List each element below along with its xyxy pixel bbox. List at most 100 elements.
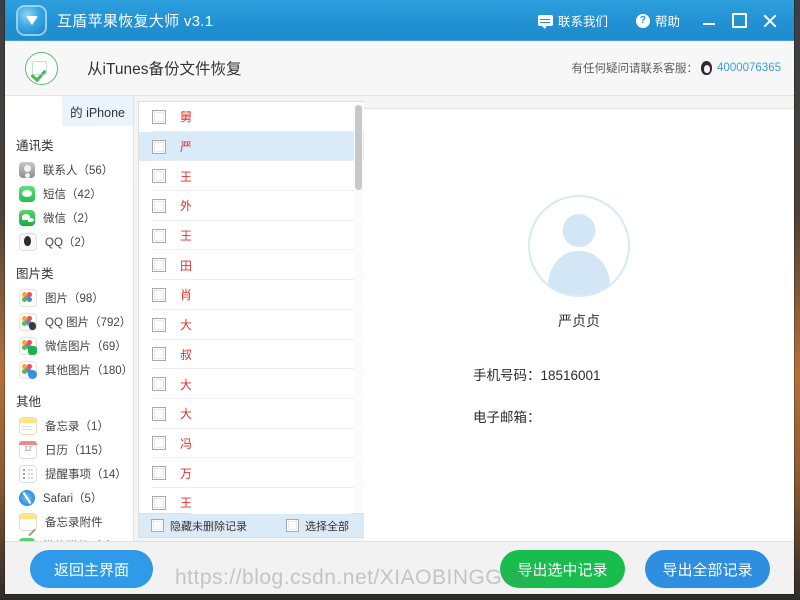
export-selected-button[interactable]: 导出选中记录 [500, 550, 625, 588]
hide-undeleted-checkbox[interactable]: 隐藏未删除记录 [151, 518, 247, 534]
detail-top-strip [364, 96, 794, 109]
customer-service-hint: 有任何疑问请联系客服： 4000076365 [572, 60, 781, 76]
contact-detail-content: 严贞贞 手机号码：18516001 电子邮箱： [364, 109, 794, 426]
row-redaction [191, 105, 351, 128]
sidebar-item-label: Safari（5） [43, 493, 103, 505]
row-checkbox[interactable] [152, 347, 166, 362]
row-checkbox[interactable] [152, 406, 166, 421]
row-checkbox[interactable] [152, 198, 166, 213]
contact-us-label: 联系我们 [557, 15, 608, 29]
table-row[interactable]: 王 [139, 161, 364, 192]
qq-photos-icon [19, 313, 37, 331]
list-scrollbar[interactable] [354, 103, 363, 513]
back-to-main-button[interactable]: 返回主界面 [30, 550, 153, 588]
sidebar-item-wechat-attachments[interactable]: 微信附件（1） [5, 534, 133, 541]
row-checkbox[interactable] [152, 495, 166, 510]
row-redaction [191, 194, 351, 218]
select-all-label: 选择全部 [305, 520, 349, 533]
table-row[interactable]: 外 [139, 191, 364, 221]
row-redaction [191, 283, 351, 307]
row-name: 大 [180, 407, 193, 422]
sidebar-item-wechat-photos[interactable]: 微信图片（69） [5, 334, 133, 358]
sidebar-group-title-images: 图片类 [16, 267, 54, 281]
row-name: 肖 [180, 288, 193, 303]
sidebar-group-title-communication: 通讯类 [16, 139, 54, 153]
record-list: 舅舅 严贞贞 王 外 王 田 肖 大 叔 大 大 冯 万 王 [139, 102, 364, 514]
table-row[interactable]: 严贞贞 [139, 131, 364, 162]
contact-us-button[interactable]: 联系我们 [524, 11, 622, 30]
minimize-button[interactable] [694, 0, 724, 41]
row-checkbox[interactable] [152, 287, 166, 302]
export-all-button[interactable]: 导出全部记录 [645, 550, 770, 588]
table-row[interactable]: 大 [139, 309, 364, 340]
sidebar-item-qq-photos[interactable]: QQ 图片（792） [5, 310, 133, 334]
row-redaction [191, 431, 351, 455]
contact-detail-panel: 严贞贞 手机号码：18516001 电子邮箱： [364, 96, 794, 541]
table-row[interactable]: 田 [139, 250, 364, 281]
sidebar-item-contacts[interactable]: 联系人（56） [5, 158, 133, 182]
table-row[interactable]: 舅舅 [139, 102, 364, 132]
question-mark-icon: ? [635, 13, 650, 28]
sidebar-item-notes[interactable]: 备忘录（1） [5, 414, 133, 438]
table-row[interactable]: 肖 [139, 280, 364, 310]
row-checkbox[interactable] [152, 436, 166, 451]
table-row[interactable]: 大 [139, 369, 364, 399]
row-redaction [191, 490, 351, 514]
sidebar-item-label: QQ 图片（792） [45, 317, 132, 329]
row-redaction [191, 223, 351, 247]
itunes-restore-icon [25, 51, 58, 85]
row-redaction [191, 401, 351, 425]
row-checkbox[interactable] [152, 169, 166, 184]
table-row[interactable]: 叔 [139, 339, 364, 370]
table-row[interactable]: 王 [139, 220, 364, 251]
sidebar-item-note-attachments[interactable]: 备忘录附件 [5, 510, 133, 534]
row-checkbox[interactable] [152, 109, 166, 124]
title-bar-actions: 联系我们 ? 帮助 [524, 0, 794, 41]
table-row[interactable]: 冯 [139, 428, 364, 459]
contact-name: 严贞贞 [558, 313, 600, 329]
sidebar-item-photos[interactable]: 图片（98） [5, 286, 133, 310]
table-row[interactable]: 大 [139, 398, 364, 429]
row-checkbox[interactable] [152, 317, 166, 332]
sidebar-item-wechat[interactable]: 微信（2） [5, 206, 133, 230]
table-row[interactable]: 万 [139, 458, 364, 488]
device-name-label: 的 iPhone [70, 105, 125, 120]
customer-service-label: 有任何疑问请联系客服： [571, 63, 699, 75]
sidebar-item-qq[interactable]: QQ（2） [5, 230, 133, 254]
select-all-checkbox[interactable]: 选择全部 [286, 518, 349, 534]
row-checkbox[interactable] [152, 139, 166, 154]
row-checkbox[interactable] [152, 466, 166, 481]
sidebar-item-calendar[interactable]: 日历（115） [5, 438, 133, 462]
help-button[interactable]: ? 帮助 [622, 11, 694, 30]
list-scrollbar-thumb[interactable] [355, 105, 362, 190]
sidebar-item-sms[interactable]: 短信（42） [5, 182, 133, 206]
row-checkbox[interactable] [152, 258, 166, 273]
row-name: 舅舅 [180, 110, 205, 125]
wechat-photos-icon [19, 337, 37, 355]
row-name: 大 [180, 318, 193, 333]
watermark: https://blog.csdn.net/XIAOBINGGUO1 [175, 566, 547, 589]
hide-undeleted-label: 隐藏未删除记录 [170, 520, 247, 533]
other-photos-icon [19, 361, 37, 379]
row-name: 外 [180, 199, 193, 214]
sidebar-item-other-photos[interactable]: 其他图片（180） [5, 358, 133, 382]
row-checkbox[interactable] [152, 377, 166, 392]
sidebar-item-label: QQ（2） [45, 237, 93, 249]
app-logo-icon [18, 7, 45, 34]
sidebar-item-label: 图片（98） [45, 293, 104, 305]
close-button[interactable] [754, 0, 784, 41]
contact-email-value: 电子邮箱： [473, 410, 541, 425]
table-row[interactable]: 王 [139, 487, 364, 514]
checkbox-box [286, 519, 299, 532]
wechat-icon [19, 210, 35, 226]
sidebar-item-safari[interactable]: Safari（5） [5, 486, 133, 510]
maximize-button[interactable] [724, 0, 754, 41]
row-name: 田 [180, 258, 193, 273]
row-name: 王 [180, 496, 193, 511]
sidebar-device-row[interactable]: 的 iPhone [5, 96, 133, 126]
help-label: 帮助 [654, 15, 680, 29]
customer-service-phone[interactable]: 4000076365 [717, 62, 781, 74]
sidebar-item-reminders[interactable]: 提醒事项（14） [5, 462, 133, 486]
row-name: 王 [180, 229, 193, 244]
row-checkbox[interactable] [152, 228, 166, 243]
